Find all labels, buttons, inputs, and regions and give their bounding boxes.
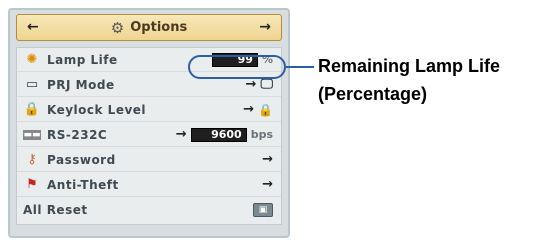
baud-rate-unit: bps — [250, 128, 273, 141]
menu-header: ← ⚙ Options → — [16, 14, 282, 41]
password-controls: → — [262, 152, 273, 167]
prj-mode-controls: → 🖵 — [246, 77, 273, 92]
menu-item-label: All Reset — [23, 203, 88, 217]
right-arrow-icon[interactable]: → — [259, 19, 271, 35]
menu-title: Options — [130, 20, 188, 35]
monitor-icon: 🖵 — [260, 77, 273, 92]
callout-line-1: Remaining Lamp Life — [318, 56, 501, 76]
settings-icon: ⚙ — [110, 18, 125, 37]
lamp-icon: ✺ — [26, 52, 38, 67]
menu-item-anti-theft[interactable]: ⚑ Anti-Theft → — [17, 173, 281, 197]
menu-item-keylock-level[interactable]: 🔒 Keylock Level → 🔒 — [17, 98, 281, 122]
options-menu: ← ⚙ Options → ✺ Lamp Life 99 % ▭ PRJ Mod… — [8, 8, 290, 238]
menu-item-password[interactable]: ⚷ Password → — [17, 148, 281, 172]
anti-theft-icon: ⚑ — [26, 177, 38, 192]
green-lock-icon: 🔒 — [258, 102, 273, 117]
right-arrow-icon: → — [262, 177, 273, 192]
anti-theft-controls: → — [262, 177, 273, 192]
menu-item-all-reset[interactable]: All Reset ▣ — [17, 198, 281, 222]
right-arrow-icon: → — [262, 152, 273, 167]
keylock-controls: → 🔒 — [243, 102, 273, 117]
callout-line-2: (Percentage) — [318, 84, 428, 104]
menu-item-label: Password — [47, 152, 116, 167]
rs232c-controls: → 9600 bps — [176, 127, 273, 142]
projector-mode-icon: ▭ — [25, 77, 39, 92]
key-icon: ⚷ — [27, 152, 37, 167]
baud-rate-value: 9600 — [190, 127, 247, 142]
callout-connector-line — [286, 66, 314, 68]
menu-item-label: PRJ Mode — [47, 77, 115, 92]
right-arrow-icon: → — [243, 102, 255, 117]
menu-item-label: Anti-Theft — [47, 177, 119, 192]
left-arrow-icon[interactable]: ← — [27, 19, 39, 35]
callout-label: Remaining Lamp Life (Percentage) — [318, 52, 500, 108]
lamp-life-highlight-ring — [188, 55, 286, 79]
menu-item-rs232c[interactable]: ▬▬ RS-232C → 9600 bps — [17, 123, 281, 147]
reset-icon[interactable]: ▣ — [253, 203, 273, 217]
right-arrow-icon: → — [245, 77, 257, 92]
menu-item-label: Keylock Level — [47, 102, 147, 117]
all-reset-controls: ▣ — [253, 203, 273, 217]
lock-icon: 🔒 — [23, 102, 41, 117]
rs232c-icon: ▬▬ — [23, 129, 41, 140]
menu-item-label: Lamp Life — [47, 52, 118, 67]
menu-item-label: RS-232C — [47, 127, 108, 142]
right-arrow-icon: → — [175, 127, 187, 142]
